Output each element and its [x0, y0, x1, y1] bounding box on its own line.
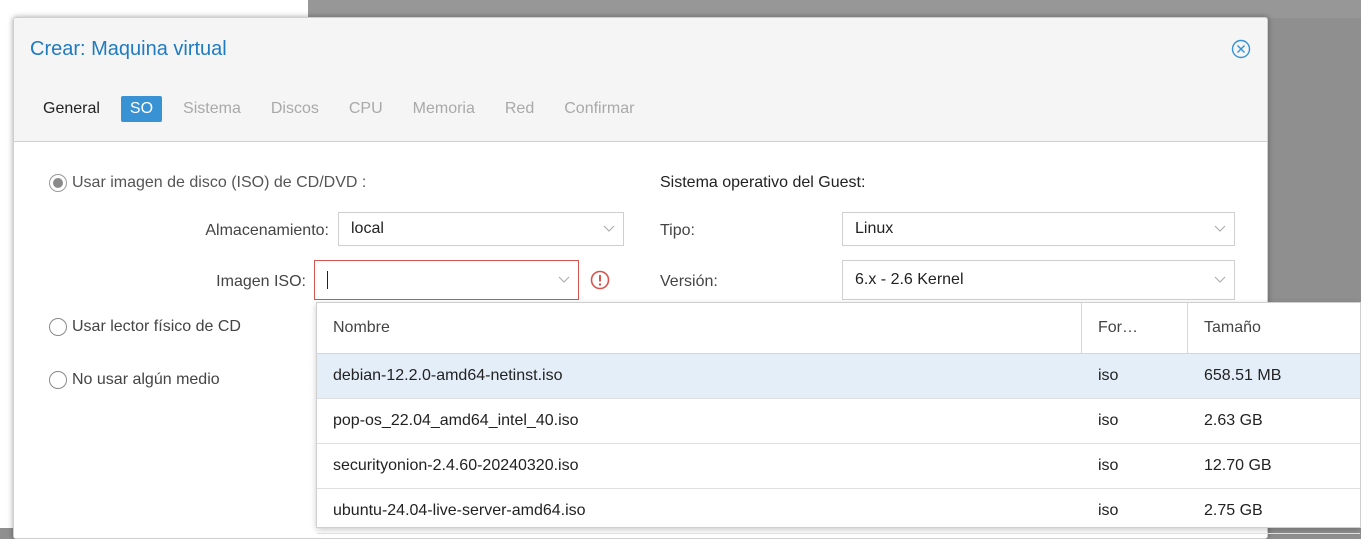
iso-format: iso: [1098, 367, 1119, 384]
radio-button[interactable]: [49, 318, 67, 336]
tab-general[interactable]: General: [34, 96, 109, 122]
iso-list-header: Nombre For… Tamaño: [317, 303, 1360, 354]
dialog-title: Crear: Maquina virtual: [30, 38, 227, 60]
type-value: Linux: [855, 220, 894, 237]
storage-combo[interactable]: local: [338, 212, 624, 246]
background-mask: [308, 0, 1361, 18]
iso-name: securityonion-2.4.60-20240320.iso: [333, 457, 579, 474]
version-value: 6.x - 2.6 Kernel: [855, 271, 964, 288]
iso-size: 2.75 GB: [1204, 502, 1263, 519]
iso-format: iso: [1098, 502, 1119, 519]
text-cursor: [327, 271, 328, 289]
chevron-down-icon[interactable]: [595, 213, 623, 245]
tab-red[interactable]: Red: [496, 96, 543, 122]
tab-confirmar[interactable]: Confirmar: [555, 96, 643, 122]
iso-name: ubuntu-24.04-live-server-amd64.iso: [333, 502, 586, 519]
tab-so[interactable]: SO: [120, 96, 163, 122]
iso-list-row[interactable]: pop-os_22.04_amd64_intel_40.iso iso 2.63…: [317, 399, 1360, 444]
tab-memoria[interactable]: Memoria: [404, 96, 484, 122]
chevron-down-icon[interactable]: [550, 261, 578, 299]
radio-use-iso-label: Usar imagen de disco (ISO) de CD/DVD :: [72, 174, 367, 191]
chevron-down-icon[interactable]: [1206, 261, 1234, 299]
iso-size: 2.63 GB: [1204, 412, 1263, 429]
radio-use-iso[interactable]: Usar imagen de disco (ISO) de CD/DVD :: [49, 174, 366, 192]
version-label: Versión:: [660, 273, 718, 290]
radio-physical-drive[interactable]: Usar lector físico de CD: [49, 318, 241, 336]
guest-os-title: Sistema operativo del Guest:: [660, 174, 866, 191]
radio-no-media[interactable]: No usar algún medio: [49, 371, 220, 389]
tab-discos[interactable]: Discos: [262, 96, 328, 122]
radio-physical-label: Usar lector físico de CD: [72, 318, 241, 335]
tab-cpu[interactable]: CPU: [340, 96, 392, 122]
radio-no-media-label: No usar algún medio: [72, 371, 220, 388]
iso-list-row[interactable]: debian-12.2.0-amd64-netinst.iso iso 658.…: [317, 354, 1360, 399]
iso-picker-dropdown: Nombre For… Tamaño debian-12.2.0-amd64-n…: [316, 302, 1361, 534]
iso-format: iso: [1098, 457, 1119, 474]
column-header-format[interactable]: For…: [1082, 303, 1188, 353]
storage-label: Almacenamiento:: [205, 222, 329, 239]
iso-image-combo[interactable]: [314, 260, 579, 300]
dialog-header: Crear: Maquina virtual General SO Sistem…: [14, 18, 1267, 142]
radio-button-checked[interactable]: [49, 174, 67, 192]
iso-list-row[interactable]: securityonion-2.4.60-20240320.iso iso 12…: [317, 444, 1360, 489]
wizard-tabs: General SO Sistema Discos CPU Memoria Re…: [34, 92, 655, 126]
iso-size: 12.70 GB: [1204, 457, 1272, 474]
column-header-size[interactable]: Tamaño: [1188, 303, 1360, 353]
iso-name: debian-12.2.0-amd64-netinst.iso: [333, 367, 563, 384]
iso-format: iso: [1098, 412, 1119, 429]
type-combo[interactable]: Linux: [842, 212, 1235, 246]
iso-name: pop-os_22.04_amd64_intel_40.iso: [333, 412, 579, 429]
type-label: Tipo:: [660, 222, 695, 239]
tab-sistema[interactable]: Sistema: [174, 96, 250, 122]
iso-size: 658.51 MB: [1204, 367, 1282, 384]
close-icon[interactable]: [1231, 39, 1251, 59]
chevron-down-icon[interactable]: [1206, 213, 1234, 245]
iso-image-label: Imagen ISO:: [216, 273, 306, 290]
error-icon: [590, 270, 610, 290]
radio-button[interactable]: [49, 371, 67, 389]
iso-list-row[interactable]: ubuntu-24.04-live-server-amd64.iso iso 2…: [317, 489, 1360, 534]
storage-value: local: [351, 220, 384, 237]
version-combo[interactable]: 6.x - 2.6 Kernel: [842, 260, 1235, 300]
column-header-name[interactable]: Nombre: [317, 303, 1082, 353]
